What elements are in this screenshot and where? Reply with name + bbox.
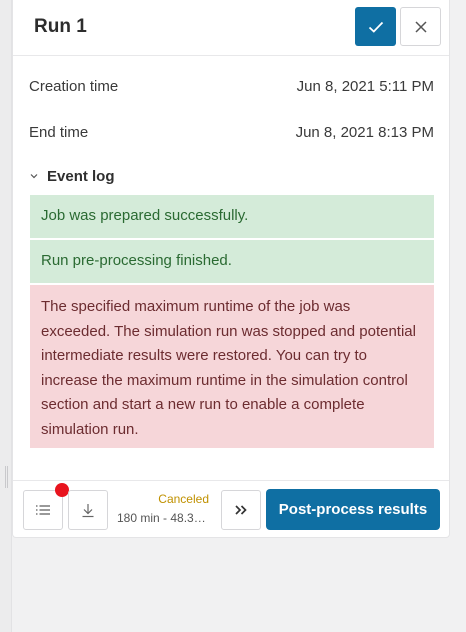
download-button[interactable]	[68, 490, 108, 530]
close-icon	[414, 20, 427, 33]
log-entry-success: Run pre-processing finished.	[30, 240, 434, 283]
chevron-down-icon	[30, 174, 38, 179]
next-step-button[interactable]	[221, 490, 261, 530]
event-log-toggle[interactable]: Event log	[28, 166, 115, 186]
panel-footer: Canceled 180 min - 48.3… Post-process re…	[13, 480, 449, 538]
log-list-button[interactable]	[23, 490, 63, 530]
check-icon	[368, 21, 383, 33]
log-entry-error: The specified maximum runtime of the job…	[30, 285, 434, 448]
creation-time-value: Jun 8, 2021 5:11 PM	[296, 78, 434, 95]
side-strip	[0, 0, 12, 632]
post-process-button[interactable]: Post-process results	[266, 489, 440, 530]
panel-title: Run 1	[34, 16, 87, 37]
run-status: Canceled	[158, 492, 209, 506]
double-chevron-right-icon	[235, 505, 247, 515]
close-button[interactable]	[400, 7, 441, 46]
download-icon	[82, 503, 94, 517]
end-time-value: Jun 8, 2021 8:13 PM	[295, 124, 434, 141]
creation-time-label: Creation time	[29, 78, 119, 95]
panel-header: Run 1	[13, 0, 449, 56]
creation-time-row: Creation time Jun 8, 2021 5:11 PM	[29, 78, 434, 100]
log-entry-success: Job was prepared successfully.	[30, 195, 434, 238]
run-panel: Run 1 Creation time Jun 8, 2021 5:11 PM …	[12, 0, 450, 538]
event-log-label: Event log	[47, 167, 115, 185]
resize-handle[interactable]	[5, 466, 8, 488]
list-icon	[36, 505, 50, 515]
confirm-button[interactable]	[355, 7, 396, 46]
end-time-row: End time Jun 8, 2021 8:13 PM	[29, 124, 434, 146]
run-runtime: 180 min - 48.3…	[117, 511, 206, 525]
notification-dot	[55, 483, 69, 497]
end-time-label: End time	[29, 124, 89, 141]
